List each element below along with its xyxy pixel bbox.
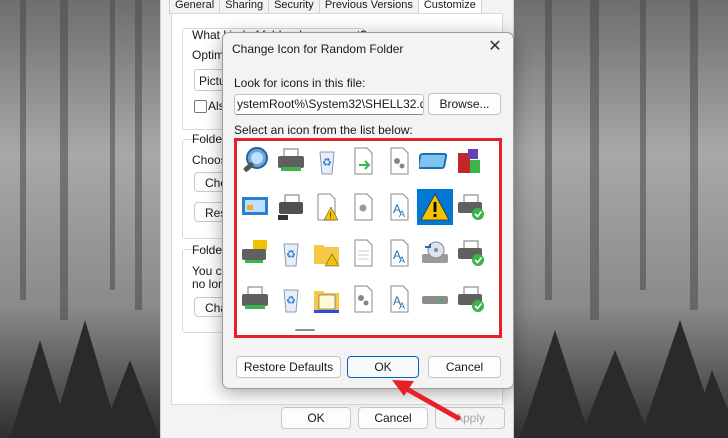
- dialog-title: Change Icon for Random Folder: [232, 42, 404, 56]
- svg-text:A: A: [399, 209, 405, 219]
- printer-folder-icon[interactable]: [237, 235, 273, 271]
- warning-icon[interactable]: [417, 189, 453, 225]
- hard-drive-icon[interactable]: [417, 281, 453, 317]
- close-icon[interactable]: ✕: [486, 38, 504, 56]
- look-for-icons-label: Look for icons in this file:: [234, 76, 366, 90]
- tab-sharing[interactable]: Sharing: [219, 0, 270, 14]
- tab-general[interactable]: General: [169, 0, 221, 14]
- properties-apply-button: Apply: [435, 407, 505, 429]
- properties-ok-button[interactable]: OK: [281, 407, 351, 429]
- folder-notes-icon[interactable]: [309, 281, 345, 317]
- doc-warning-icon[interactable]: !: [309, 189, 345, 225]
- font-file-icon[interactable]: AA: [381, 281, 417, 317]
- also-apply-checkbox[interactable]: [194, 100, 207, 113]
- folder-warning-icon[interactable]: [309, 235, 345, 271]
- properties-tabs: General Sharing Security Previous Versio…: [169, 0, 482, 14]
- recycle-bin-icon[interactable]: ♻: [273, 281, 309, 317]
- tab-customize[interactable]: Customize: [417, 0, 482, 14]
- partial-icon: [489, 189, 499, 225]
- blank-doc-icon[interactable]: [345, 235, 381, 271]
- settings-page-icon[interactable]: [345, 189, 381, 225]
- recycle-bin-icon[interactable]: ♻: [273, 235, 309, 271]
- browse-button[interactable]: Browse...: [428, 93, 501, 115]
- printer-check-icon[interactable]: [453, 235, 489, 271]
- partial-icon: [489, 143, 499, 179]
- svg-text:A: A: [399, 301, 405, 311]
- search-globe-icon[interactable]: [237, 143, 273, 179]
- settings-doc-icon[interactable]: [381, 143, 417, 179]
- control-panel-icon[interactable]: [237, 189, 273, 225]
- icon-list[interactable]: ♻ ! AA ♻ A A ♻ A A: [234, 138, 502, 338]
- horizontal-scrollbar[interactable]: [295, 329, 315, 331]
- properties-cancel-button[interactable]: Cancel: [358, 407, 428, 429]
- tab-security[interactable]: Security: [268, 0, 320, 14]
- cancel-button[interactable]: Cancel: [428, 356, 501, 378]
- app-installer-boxes-icon[interactable]: [453, 143, 489, 179]
- font-file-icon[interactable]: AA: [381, 189, 417, 225]
- restore-defaults-button[interactable]: Restore Defaults: [236, 356, 341, 378]
- partial-icon: [489, 281, 499, 317]
- svg-text:♻: ♻: [322, 157, 332, 169]
- printer-icon[interactable]: [273, 143, 309, 179]
- network-printer-icon[interactable]: [273, 189, 309, 225]
- printer-check-icon[interactable]: [453, 281, 489, 317]
- printer-check-icon[interactable]: [453, 189, 489, 225]
- drive-window-icon[interactable]: [417, 143, 453, 179]
- svg-text:!: !: [330, 212, 332, 221]
- partial-icon: [489, 235, 499, 271]
- cd-drive-icon[interactable]: [417, 235, 453, 271]
- printer-green-icon[interactable]: [237, 281, 273, 317]
- svg-text:A: A: [399, 255, 405, 265]
- font-file-icon[interactable]: AA: [381, 235, 417, 271]
- tab-previous-versions[interactable]: Previous Versions: [318, 0, 419, 14]
- icon-file-path-input[interactable]: ystemRoot%\System32\SHELL32.dll: [234, 94, 424, 115]
- svg-text:♻: ♻: [286, 295, 296, 307]
- file-move-icon[interactable]: [345, 143, 381, 179]
- svg-text:♻: ♻: [286, 249, 296, 261]
- change-icon-dialog: Change Icon for Random Folder ✕ Look for…: [222, 32, 514, 389]
- select-icon-label: Select an icon from the list below:: [234, 123, 413, 137]
- recycle-bin-full-icon[interactable]: ♻: [309, 143, 345, 179]
- ok-button[interactable]: OK: [347, 356, 419, 378]
- settings-page-2-icon[interactable]: [345, 281, 381, 317]
